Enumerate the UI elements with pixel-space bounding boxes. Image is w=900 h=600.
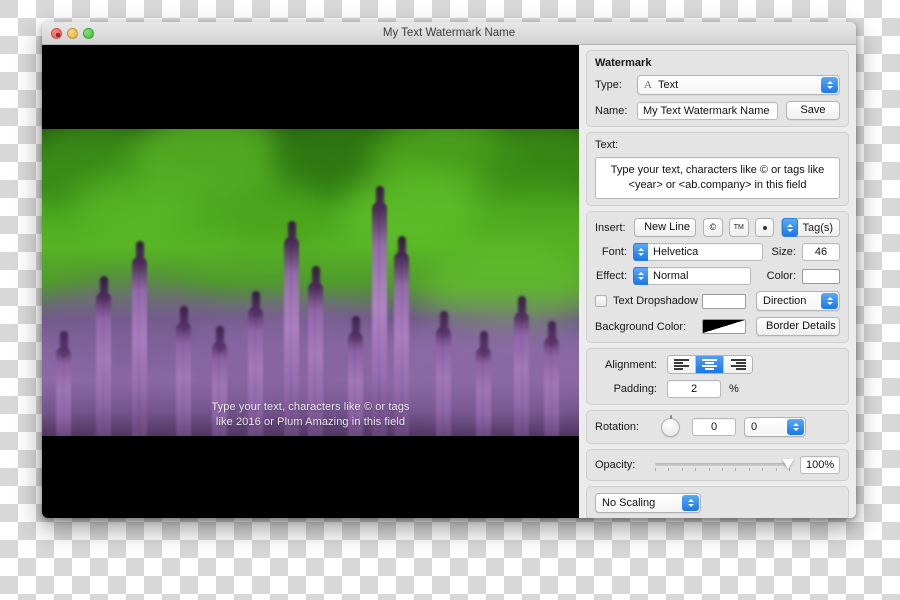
photo-haze-overlay <box>42 129 579 436</box>
image-preview-pane[interactable]: Type your text, characters like © or tag… <box>42 45 579 518</box>
rotation-stepper-value: 0 <box>751 421 758 433</box>
tags-dropdown[interactable]: Tag(s) <box>781 218 841 237</box>
watermark-text-input[interactable]: Type your text, characters like © or tag… <box>595 157 840 199</box>
scaling-dropdown[interactable]: No Scaling <box>595 493 701 513</box>
effect-row: Effect: Normal Color: <box>595 267 840 285</box>
effect-value[interactable]: Normal <box>648 267 751 285</box>
app-window: My Text Watermark Name Type your text, c… <box>42 22 856 518</box>
text-label: Text: <box>595 139 619 151</box>
chevron-updown-icon <box>787 419 804 435</box>
chevron-updown-icon <box>682 495 699 511</box>
padding-unit: % <box>729 383 739 395</box>
window-title: My Text Watermark Name <box>382 27 516 39</box>
opacity-label: Opacity: <box>595 459 636 471</box>
rotation-group: Rotation: 0 0 <box>586 410 849 444</box>
border-details-button[interactable]: Border Details <box>756 317 840 336</box>
new-line-button[interactable]: New Line <box>634 218 697 237</box>
rotation-stepper[interactable]: 0 <box>744 417 806 437</box>
watermark-group: Watermark Type: A Text Name: My Text Wat… <box>586 50 849 127</box>
opacity-thumb[interactable] <box>782 459 794 469</box>
opacity-value[interactable]: 100% <box>800 456 840 474</box>
opacity-group: Opacity: 100% <box>586 449 849 481</box>
opacity-ticks <box>655 468 790 472</box>
rotation-label: Rotation: <box>595 421 640 433</box>
type-row: Type: A Text <box>595 75 840 95</box>
watermark-settings-sidebar: Watermark Type: A Text Name: My Text Wat… <box>579 45 856 518</box>
padding-label: Padding: <box>613 383 657 395</box>
watermark-heading: Watermark <box>595 57 652 69</box>
opacity-track <box>655 463 790 466</box>
chevron-updown-icon <box>633 267 648 285</box>
size-label: Size: <box>771 246 796 258</box>
insert-row: Insert: New Line © TM Tag(s) <box>595 218 841 237</box>
padding-input[interactable]: 2 <box>667 380 721 398</box>
alignment-segmented-control[interactable] <box>667 355 753 374</box>
text-label-row: Text: <box>595 139 840 151</box>
save-button[interactable]: Save <box>786 101 840 120</box>
align-center-icon <box>702 358 717 371</box>
opacity-row: Opacity: 100% <box>595 456 840 474</box>
rotation-value-input[interactable]: 0 <box>692 418 736 436</box>
align-left-button[interactable] <box>668 356 696 373</box>
effect-picker[interactable]: Normal <box>633 267 751 285</box>
tags-label: Tag(s) <box>802 221 834 234</box>
insert-font-group: Insert: New Line © TM Tag(s) Font: Helve… <box>586 211 849 343</box>
title-bar: My Text Watermark Name <box>42 22 856 45</box>
trademark-icon-button[interactable]: TM <box>728 218 749 237</box>
chevron-updown-icon <box>782 218 799 237</box>
opacity-slider[interactable] <box>655 457 794 473</box>
chevron-updown-icon <box>821 293 838 309</box>
color-label: Color: <box>766 270 796 282</box>
name-row: Name: My Text Watermark Name Save <box>595 101 840 120</box>
font-picker[interactable]: Helvetica <box>633 243 763 261</box>
align-right-icon <box>730 358 746 371</box>
text-group: Text: Type your text, characters like © … <box>586 132 849 206</box>
scaling-row: No Scaling <box>595 493 840 513</box>
direction-label: Direction <box>763 295 807 307</box>
preview-photo: Type your text, characters like © or tag… <box>42 129 579 436</box>
size-input[interactable]: 46 <box>802 243 840 261</box>
text-type-icon: A <box>644 79 652 91</box>
watermark-overlay-text: Type your text, characters like © or tag… <box>211 401 410 428</box>
type-value: Text <box>657 79 679 91</box>
background-color-label: Background Color: <box>595 320 687 333</box>
align-left-icon <box>674 358 689 371</box>
alignment-row: Alignment: <box>595 355 840 374</box>
padding-row: Padding: 2 % <box>595 380 840 398</box>
watermark-heading-row: Watermark <box>595 57 840 69</box>
copyright-icon-button[interactable]: © <box>703 218 723 237</box>
font-row: Font: Helvetica Size: 46 <box>595 243 840 261</box>
alignment-group: Alignment: Padding: 2 % <box>586 348 849 405</box>
rotation-knob[interactable] <box>661 417 680 437</box>
background-color-row: Background Color: Border Details <box>595 317 840 336</box>
dropshadow-label: Text Dropshadow <box>613 295 698 307</box>
chevron-updown-icon <box>821 77 838 93</box>
effect-label: Effect: <box>596 270 627 282</box>
align-center-button[interactable] <box>696 356 724 373</box>
type-dropdown[interactable]: A Text <box>637 75 840 95</box>
font-value[interactable]: Helvetica <box>648 243 763 261</box>
chevron-updown-icon <box>633 243 648 261</box>
type-label: Type: <box>595 79 622 91</box>
direction-dropdown[interactable]: Direction <box>756 291 840 311</box>
alignment-label: Alignment: <box>605 358 657 371</box>
scaling-value: No Scaling <box>602 497 656 509</box>
scaling-group: No Scaling <box>586 486 849 518</box>
font-label: Font: <box>601 246 627 258</box>
rotation-row: Rotation: 0 0 <box>595 417 840 437</box>
name-label: Name: <box>595 104 628 117</box>
dropshadow-checkbox[interactable] <box>595 295 607 307</box>
dropshadow-row: Text Dropshadow Direction <box>595 291 840 311</box>
text-color-swatch[interactable] <box>802 268 840 284</box>
dropshadow-color-swatch[interactable] <box>702 293 746 309</box>
insert-label: Insert: <box>595 221 626 234</box>
name-input[interactable]: My Text Watermark Name <box>637 101 778 120</box>
bullet-icon-button[interactable] <box>754 218 775 237</box>
align-right-button[interactable] <box>724 356 752 373</box>
background-color-swatch[interactable] <box>702 319 746 334</box>
